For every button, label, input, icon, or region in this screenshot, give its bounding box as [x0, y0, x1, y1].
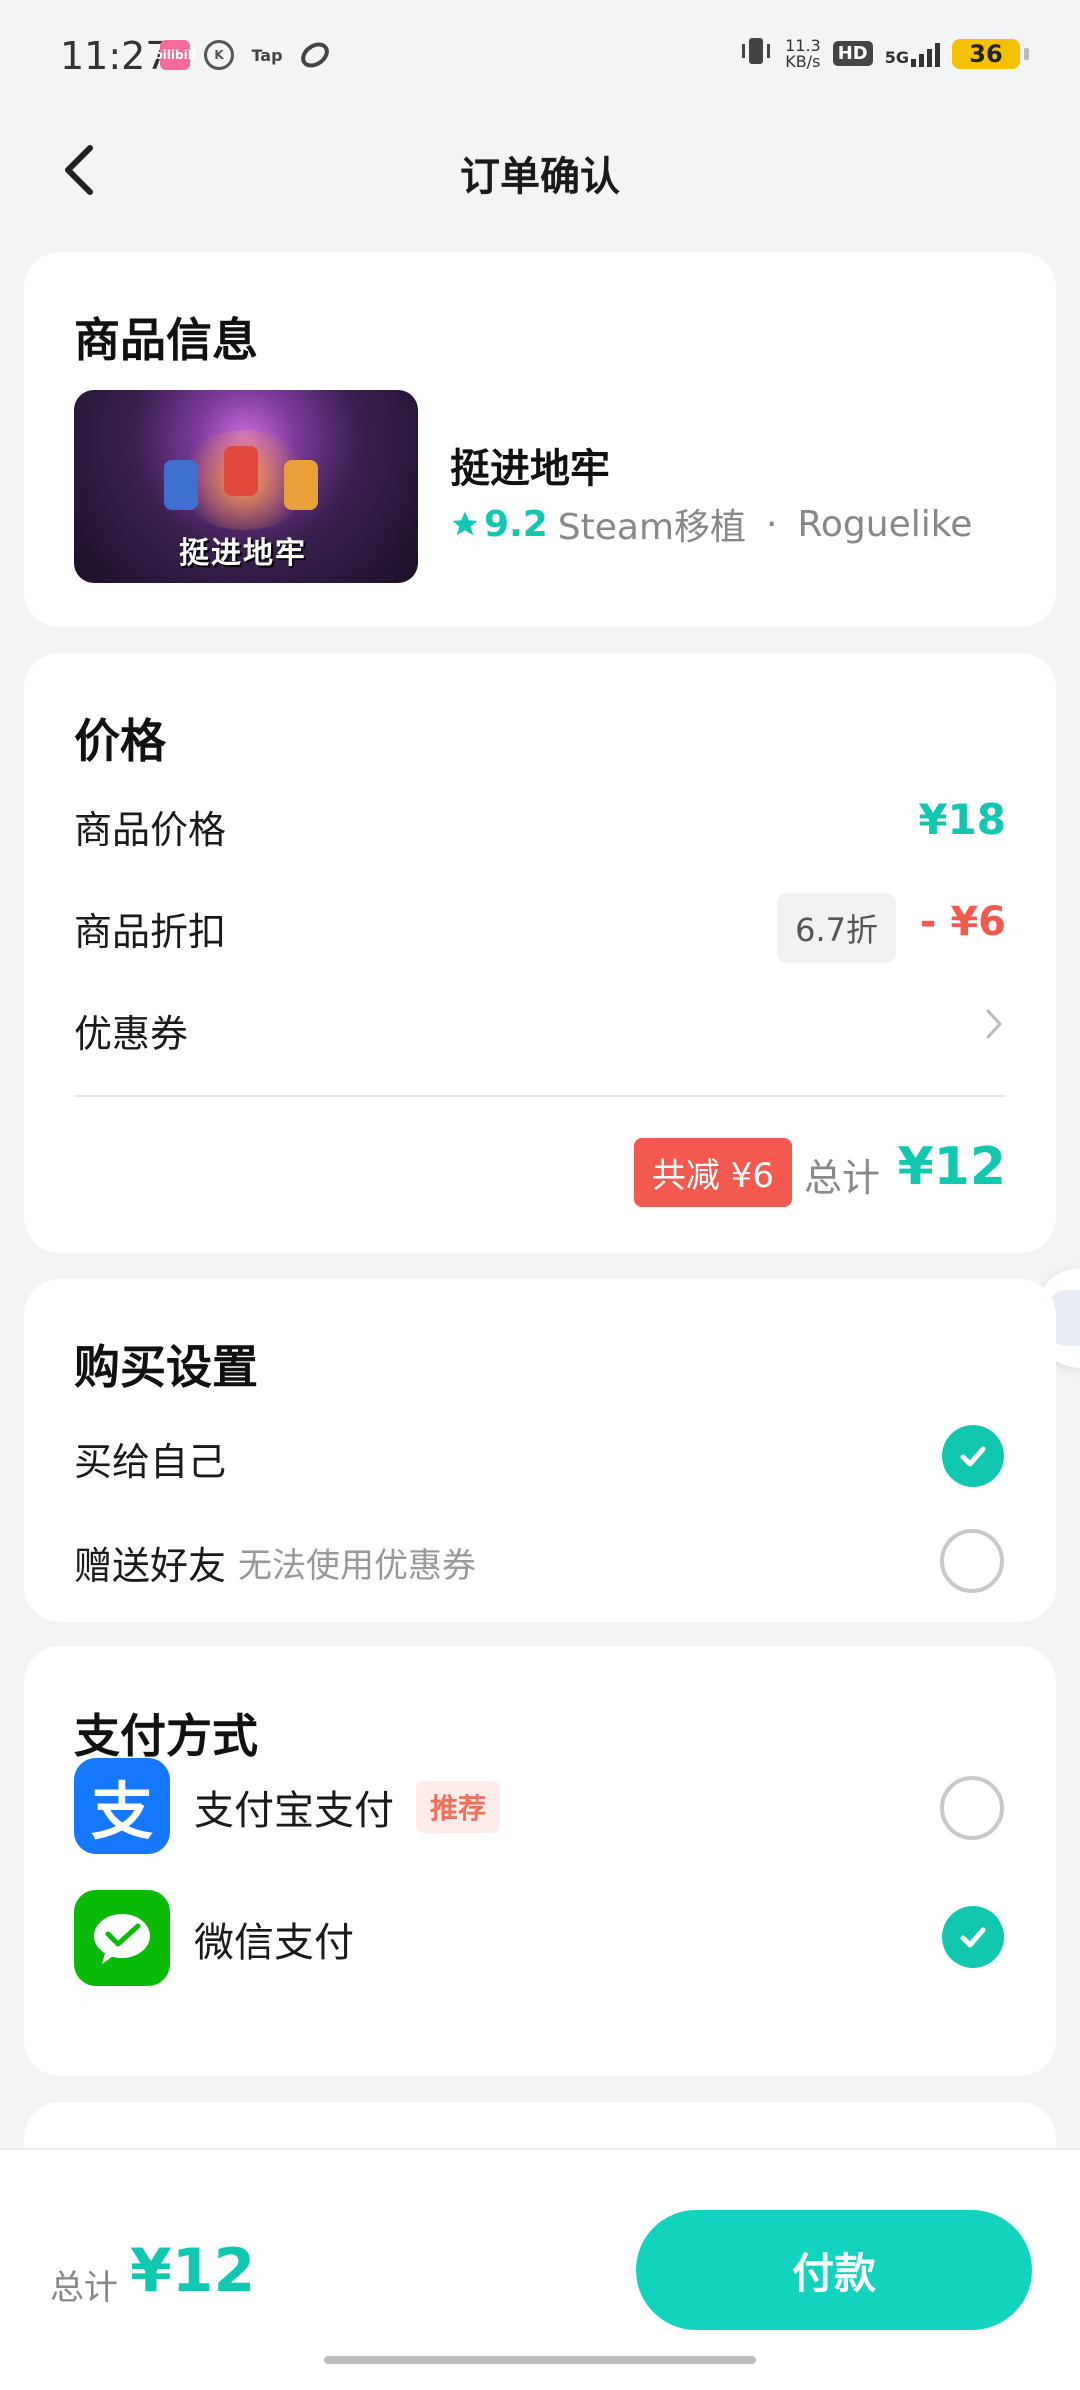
gift-friend-radio[interactable]	[940, 1529, 1004, 1593]
item-price-value: ¥18	[918, 795, 1006, 844]
cover-character	[284, 460, 318, 510]
alipay-radio[interactable]	[940, 1776, 1004, 1840]
network-speed-unit: KB/s	[785, 51, 821, 71]
buy-for-self-label[interactable]: 买给自己	[74, 1431, 226, 1486]
bottom-total-label: 总计	[50, 2268, 118, 2308]
network-type: 5G	[884, 47, 909, 67]
bottom-total-value: ¥12	[130, 2236, 256, 2306]
coupon-row[interactable]: 优惠券	[74, 1003, 188, 1058]
buy-for-self-checked-radio[interactable]	[942, 1425, 1004, 1487]
discount-value: - ¥6	[919, 899, 1006, 945]
page-title: 订单确认	[460, 154, 620, 200]
battery-icon: 36	[952, 38, 1029, 69]
payment-section-title: 支付方式	[74, 1709, 258, 1763]
alipay-icon: 支	[74, 1758, 170, 1854]
status-indicators: 11.3 KB/s HD 5G 36	[739, 36, 1029, 71]
purchase-section-title: 购买设置	[74, 1340, 258, 1394]
purchase-settings-card: 购买设置 买给自己 赠送好友 无法使用优惠券	[24, 1279, 1056, 1622]
price-section-title: 价格	[74, 714, 166, 768]
alipay-option[interactable]: 支付宝支付 推荐	[194, 1778, 501, 1836]
wechat-pay-icon	[74, 1890, 170, 1986]
wechat-pay-checked-radio[interactable]	[942, 1906, 1004, 1968]
price-divider	[74, 1095, 1006, 1097]
tap-icon: Tap	[251, 45, 283, 65]
gift-note: 无法使用优惠券	[238, 1546, 477, 1586]
wechat-pay-option[interactable]: 微信支付	[194, 1910, 354, 1968]
alipay-label: 支付宝支付	[194, 1788, 394, 1834]
payment-method-card: 支付方式 支 支付宝支付 推荐 微信支付	[24, 1646, 1056, 2076]
gift-friend-row[interactable]: 赠送好友 无法使用优惠券	[74, 1535, 476, 1590]
nav-bar: 订单确认	[0, 120, 1080, 220]
network-speed: 11.3 KB/s	[785, 37, 821, 71]
chevron-right-icon[interactable]	[984, 1007, 1004, 1041]
status-bar: 11:27 bilibili K Tap 11.3 KB/s HD 5G 36	[0, 0, 1080, 120]
item-price-label: 商品价格	[74, 808, 227, 852]
wechat-pay-label: 微信支付	[194, 1920, 354, 1966]
bilibili-icon: bilibili	[154, 40, 196, 70]
total-value: ¥12	[897, 1137, 1006, 1197]
product-section-title: 商品信息	[74, 313, 258, 367]
rating-value: 9.2	[484, 503, 548, 545]
notification-icons: bilibili K Tap	[154, 40, 330, 70]
checkmark-icon	[960, 1446, 986, 1467]
checkmark-icon	[960, 1927, 986, 1948]
cell-signal: 5G	[885, 41, 940, 67]
hd-badge: HD	[832, 41, 873, 66]
game-meta: 9.2 Steam移植 · Roguelike	[450, 498, 972, 550]
k-icon: K	[204, 40, 234, 70]
total-saving-badge: 共减 ¥6	[633, 1138, 792, 1207]
discount-label: 商品折扣	[74, 910, 227, 954]
product-card: 商品信息 挺进地牢 挺进地牢 9.2 Steam移植 · Roguelike	[24, 252, 1056, 627]
price-card: 价格 商品价格 ¥18 商品折扣 6.7折 - ¥6 优惠券 共减 ¥6 总计 …	[24, 653, 1056, 1253]
cover-title: 挺进地牢	[179, 536, 307, 571]
coupon-label: 优惠券	[74, 1012, 189, 1056]
home-indicator[interactable]	[324, 2356, 756, 2364]
meta-separator: ·	[766, 503, 778, 545]
cover-character	[164, 460, 198, 510]
game-platform: Steam移植	[557, 507, 747, 548]
game-genre: Roguelike	[797, 503, 973, 545]
vibrate-icon	[739, 36, 773, 71]
game-name[interactable]: 挺进地牢	[450, 436, 610, 494]
bottom-bar: 总计 ¥12 付款	[0, 2148, 1080, 2390]
total-label: 总计	[803, 1156, 880, 1200]
status-time: 11:27	[60, 34, 170, 78]
game-cover-image[interactable]: 挺进地牢	[74, 390, 418, 583]
alipay-glyph: 支	[90, 1775, 153, 1848]
recommended-tag: 推荐	[416, 1781, 501, 1833]
discount-rate-chip: 6.7折	[777, 893, 896, 963]
star-icon	[452, 511, 478, 536]
gift-friend-label: 赠送好友	[74, 1544, 227, 1588]
cover-character	[224, 446, 258, 496]
pay-button[interactable]: 付款	[636, 2210, 1032, 2330]
game-rating: 9.2	[450, 504, 548, 545]
signal-icon	[911, 41, 940, 67]
loop-icon	[300, 40, 330, 70]
